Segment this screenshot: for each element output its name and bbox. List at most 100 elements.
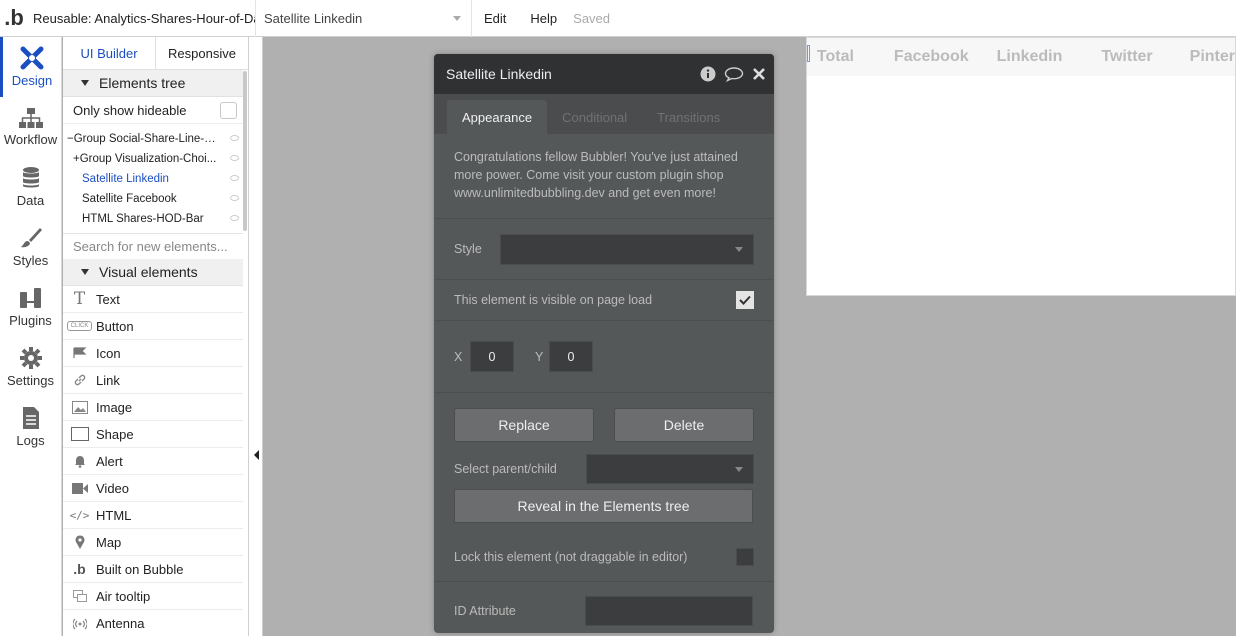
visual-element-air-tooltip[interactable]: Air tooltip <box>63 583 243 610</box>
image-icon <box>63 400 96 414</box>
tab-ui-builder[interactable]: UI Builder <box>63 37 155 69</box>
data-icon <box>22 167 39 188</box>
tree-item[interactable]: +Group Visualization-Choi... <box>63 149 243 169</box>
tree-item-label: HTML Shares-HOD-Bar <box>82 213 204 225</box>
eye-icon[interactable] <box>230 135 239 141</box>
visual-element-button[interactable]: CLICK Button <box>63 313 243 340</box>
rail-item-label: Logs <box>16 433 45 448</box>
eye-icon[interactable] <box>230 175 239 181</box>
rail-item-styles[interactable]: Styles <box>0 217 61 277</box>
only-show-hideable-checkbox[interactable] <box>220 101 237 119</box>
tab-transitions[interactable]: Transitions <box>642 100 735 134</box>
visual-element-map[interactable]: Map <box>63 529 243 556</box>
plugin-promo-text: Congratulations fellow Bubbler! You've j… <box>434 134 774 219</box>
link-icon <box>63 373 96 387</box>
visual-element-antenna[interactable]: Antenna <box>63 610 243 636</box>
property-editor-header[interactable]: Satellite Linkedin <box>434 54 774 94</box>
column-header: Total <box>816 48 854 65</box>
column-header: Facebook <box>893 48 969 65</box>
visual-element-link[interactable]: Link <box>63 367 243 394</box>
edit-menu[interactable]: Edit <box>472 11 518 26</box>
visual-element-icon[interactable]: Icon <box>63 340 243 367</box>
bubble-logo[interactable]: .b <box>0 0 28 37</box>
rail-item-data[interactable]: Data <box>0 157 61 217</box>
info-icon[interactable] <box>700 66 716 82</box>
rail-item-logs[interactable]: Logs <box>0 397 61 457</box>
tree-item-label: +Group Visualization-Choi... <box>73 153 217 165</box>
panel-tabs: UI Builder Responsive <box>63 37 248 70</box>
visual-element-shape[interactable]: Shape <box>63 421 243 448</box>
close-icon[interactable] <box>752 67 766 81</box>
style-label: Style <box>454 242 482 256</box>
parent-child-dropdown[interactable] <box>586 454 754 484</box>
elements-tree-header[interactable]: Elements tree <box>63 70 243 97</box>
id-attribute-row: ID Attribute <box>434 582 774 633</box>
tooltip-icon <box>63 590 96 602</box>
style-dropdown[interactable] <box>500 233 754 265</box>
rail-item-label: Data <box>16 193 45 208</box>
elements-tree: −Group Social-Share-Line-C... +Group Vis… <box>63 124 248 229</box>
element-selector[interactable]: Satellite Linkedin <box>256 0 472 37</box>
replace-button[interactable]: Replace <box>454 408 594 442</box>
rail-item-workflow[interactable]: Workflow <box>0 97 61 157</box>
lock-checkbox[interactable] <box>736 547 754 566</box>
page-preview[interactable]: Total Facebook Linkedin Twitter Pinter <box>806 37 1236 296</box>
selection-handle[interactable] <box>807 44 810 62</box>
rail-item-settings[interactable]: Settings <box>0 337 61 397</box>
chevron-down-icon <box>453 15 461 21</box>
y-input[interactable]: 0 <box>549 341 593 372</box>
element-search-input[interactable]: Search for new elements... <box>63 233 243 259</box>
comment-icon[interactable] <box>724 66 744 82</box>
visual-elements-header[interactable]: Visual elements <box>63 259 243 286</box>
tree-item[interactable]: Satellite Facebook <box>63 189 243 209</box>
reveal-row: Reveal in the Elements tree <box>434 484 774 523</box>
panel-scrollbar[interactable] <box>243 71 247 231</box>
reveal-in-tree-button[interactable]: Reveal in the Elements tree <box>454 489 753 523</box>
tree-item-label: Satellite Linkedin <box>82 173 169 185</box>
rail-item-label: Design <box>11 73 53 88</box>
visual-element-text[interactable]: T Text <box>63 286 243 313</box>
video-icon <box>63 482 96 494</box>
style-row: Style <box>434 219 774 280</box>
visual-elements-list: T Text CLICK Button Icon Link Image Shap… <box>63 286 248 636</box>
rail-item-design[interactable]: Design <box>0 37 61 97</box>
position-row: X 0 Y 0 <box>434 321 774 393</box>
rail-item-label: Workflow <box>3 132 58 147</box>
tab-conditional[interactable]: Conditional <box>547 100 642 134</box>
plugins-icon <box>19 288 41 308</box>
eye-icon[interactable] <box>230 215 239 221</box>
property-tabs: Appearance Conditional Transitions <box>434 94 774 134</box>
tree-item[interactable]: HTML Shares-HOD-Bar <box>63 209 243 229</box>
delete-button[interactable]: Delete <box>614 408 754 442</box>
visible-on-load-label: This element is visible on page load <box>454 293 653 307</box>
rail-item-plugins[interactable]: Plugins <box>0 277 61 337</box>
visible-on-load-checkbox[interactable] <box>736 291 754 309</box>
top-bar: .b Reusable: Analytics-Shares-Hour-of-Da… <box>0 0 1236 37</box>
lock-row: Lock this element (not draggable in edit… <box>434 532 774 582</box>
help-menu[interactable]: Help <box>518 11 569 26</box>
reusable-selector[interactable]: Reusable: Analytics-Shares-Hour-of-Day <box>28 0 256 37</box>
collapse-panel-icon[interactable] <box>254 450 259 460</box>
button-icon: CLICK <box>63 321 96 331</box>
shape-icon <box>63 427 96 441</box>
visual-element-video[interactable]: Video <box>63 475 243 502</box>
tab-responsive[interactable]: Responsive <box>155 37 248 69</box>
eye-icon[interactable] <box>230 155 239 161</box>
triangle-down-icon <box>81 269 89 275</box>
eye-icon[interactable] <box>230 195 239 201</box>
visual-element-image[interactable]: Image <box>63 394 243 421</box>
visual-element-html[interactable]: </> HTML <box>63 502 243 529</box>
tree-item-label: Satellite Facebook <box>82 193 177 205</box>
y-label: Y <box>535 349 544 364</box>
x-input[interactable]: 0 <box>470 341 514 372</box>
action-buttons: Replace Delete <box>434 393 774 442</box>
tree-item[interactable]: −Group Social-Share-Line-C... <box>63 129 243 149</box>
tree-item-selected[interactable]: Satellite Linkedin <box>63 169 243 189</box>
logs-icon <box>22 407 39 429</box>
id-attribute-input[interactable] <box>585 596 753 626</box>
tab-appearance[interactable]: Appearance <box>447 100 548 134</box>
text-icon: T <box>73 289 86 309</box>
visual-element-alert[interactable]: Alert <box>63 448 243 475</box>
workflow-icon <box>18 108 43 128</box>
visual-element-built-on-bubble[interactable]: .b Built on Bubble <box>63 556 243 583</box>
